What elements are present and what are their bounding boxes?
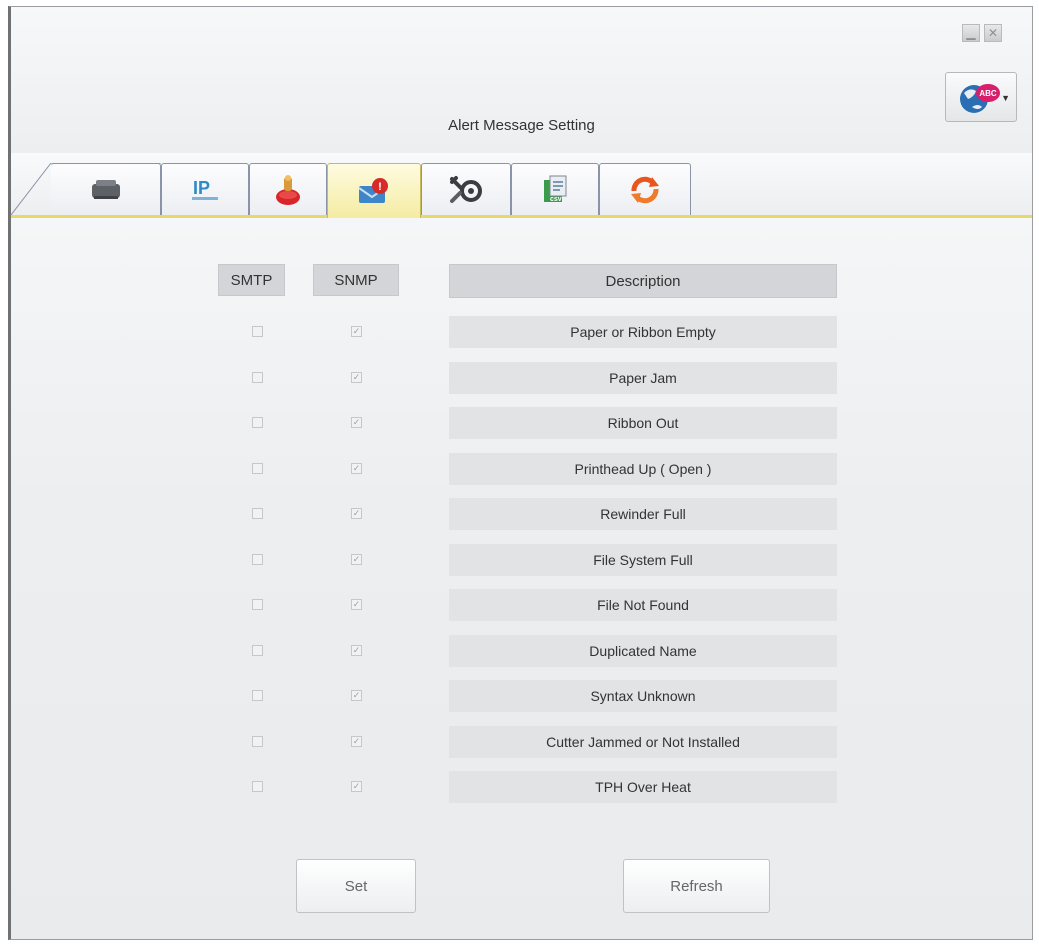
ip-icon: IP: [192, 178, 218, 200]
snmp-checkbox[interactable]: ✓: [351, 508, 362, 519]
snmp-checkbox[interactable]: ✓: [351, 372, 362, 383]
tab-alert-message[interactable]: !: [327, 163, 421, 218]
tab-beacon[interactable]: [249, 163, 327, 215]
tab-bar: IP ! csv: [11, 153, 1032, 218]
minimize-button[interactable]: ▁: [962, 24, 980, 42]
snmp-checkbox[interactable]: ✓: [351, 463, 362, 474]
alert-description: Rewinder Full: [449, 498, 837, 530]
mail-alert-icon: !: [358, 178, 388, 203]
smtp-checkbox[interactable]: [252, 508, 263, 519]
title-bar: ▁ ✕ ABC ▼ Alert Message Setting: [11, 7, 1032, 153]
smtp-checkbox[interactable]: [252, 417, 263, 428]
smtp-checkbox[interactable]: [252, 645, 263, 656]
smtp-checkbox[interactable]: [252, 599, 263, 610]
alert-description: Cutter Jammed or Not Installed: [449, 726, 837, 758]
svg-text:IP: IP: [193, 178, 210, 198]
abc-badge: ABC: [979, 89, 997, 98]
refresh-button[interactable]: Refresh: [623, 859, 770, 913]
alert-description: TPH Over Heat: [449, 771, 837, 803]
snmp-checkbox[interactable]: ✓: [351, 645, 362, 656]
file-icon: csv: [544, 175, 567, 203]
alert-description: Paper Jam: [449, 362, 837, 394]
tab-printer[interactable]: [51, 163, 161, 215]
close-button[interactable]: ✕: [984, 24, 1002, 42]
alert-settings-panel: SMTP SNMP Description ✓ Paper or Ribbon E…: [11, 218, 1032, 939]
smtp-checkbox[interactable]: [252, 326, 263, 337]
chevron-down-icon: ▼: [1001, 93, 1010, 103]
snmp-checkbox[interactable]: ✓: [351, 690, 362, 701]
svg-text:csv: csv: [550, 196, 562, 203]
smtp-checkbox[interactable]: [252, 372, 263, 383]
smtp-checkbox[interactable]: [252, 781, 263, 792]
alert-description: Paper or Ribbon Empty: [449, 316, 837, 348]
snmp-checkbox[interactable]: ✓: [351, 554, 362, 565]
snmp-checkbox[interactable]: ✓: [351, 736, 362, 747]
tab-sync[interactable]: [599, 163, 691, 215]
snmp-checkbox[interactable]: ✓: [351, 781, 362, 792]
tab-file[interactable]: csv: [511, 163, 599, 215]
alert-description: Printhead Up ( Open ): [449, 453, 837, 485]
snmp-column-header: SNMP: [313, 264, 399, 296]
description-column-header: Description: [449, 264, 837, 298]
alert-description: File Not Found: [449, 589, 837, 621]
tab-ip-setting[interactable]: IP: [161, 163, 249, 215]
smtp-column-header: SMTP: [218, 264, 285, 296]
language-button[interactable]: ABC ▼: [945, 72, 1017, 122]
window-title: Alert Message Setting: [448, 117, 595, 134]
smtp-checkbox[interactable]: [252, 736, 263, 747]
snmp-checkbox[interactable]: ✓: [351, 417, 362, 428]
snmp-checkbox[interactable]: ✓: [351, 326, 362, 337]
tab-tools[interactable]: [421, 163, 511, 215]
alert-description: Syntax Unknown: [449, 680, 837, 712]
globe-icon: ABC: [960, 84, 1000, 113]
snmp-checkbox[interactable]: ✓: [351, 599, 362, 610]
smtp-checkbox[interactable]: [252, 554, 263, 565]
alert-description: Ribbon Out: [449, 407, 837, 439]
refresh-arrows-icon: [631, 176, 659, 203]
alert-description: Duplicated Name: [449, 635, 837, 667]
alert-message-window: ▁ ✕ ABC ▼ Alert Message Setting IP ! csv…: [8, 6, 1033, 940]
set-button[interactable]: Set: [296, 859, 416, 913]
tools-icon: [450, 175, 482, 203]
smtp-checkbox[interactable]: [252, 690, 263, 701]
svg-text:!: !: [378, 181, 382, 193]
printer-icon: [91, 179, 120, 199]
smtp-checkbox[interactable]: [252, 463, 263, 474]
alert-description: File System Full: [449, 544, 837, 576]
alarm-beacon-icon: [276, 174, 300, 205]
